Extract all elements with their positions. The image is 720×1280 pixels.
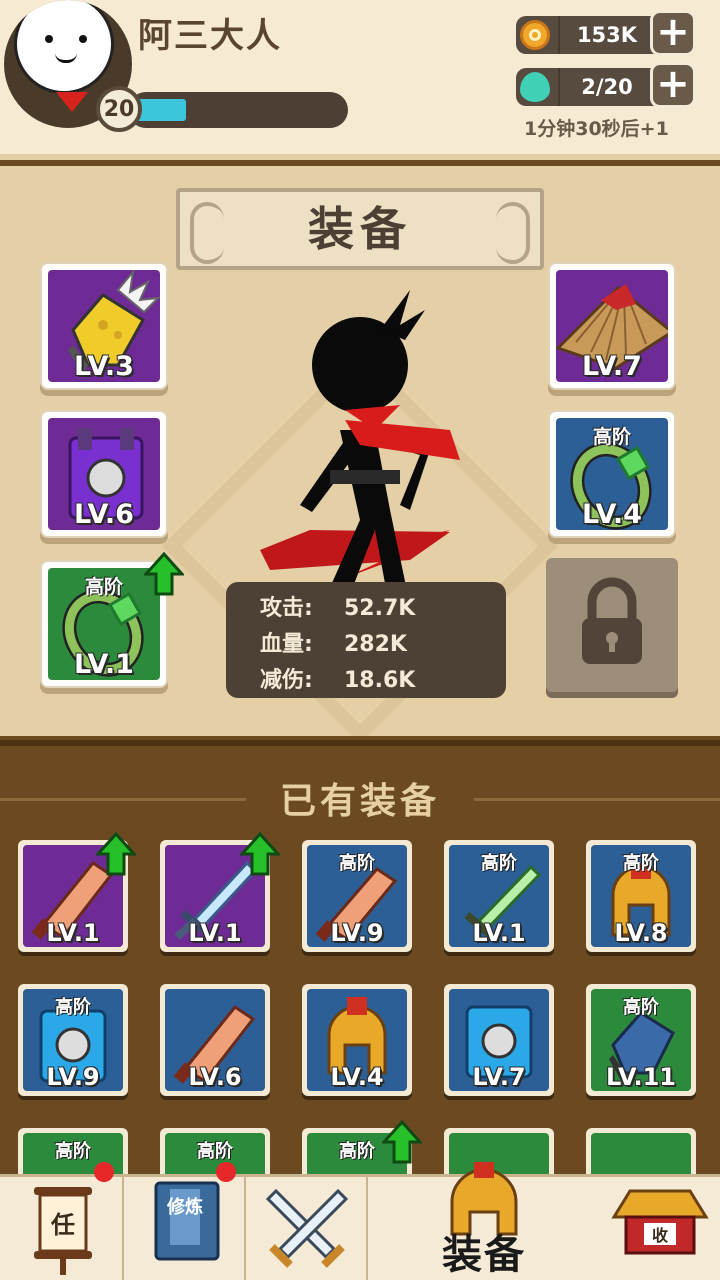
nav-equipment-button[interactable]: 装备 — [368, 1162, 600, 1280]
owned-equipment-panel: 已有装备 — [0, 740, 720, 1180]
balloon-icon — [520, 72, 550, 102]
energy-counter: 2/20 + — [516, 62, 696, 108]
equipment-title-plaque: 装备 — [176, 188, 544, 270]
slot-tier: 高阶 — [592, 426, 631, 448]
stat-hp: 血量: 282K — [260, 632, 407, 657]
top-header: 阿三大人 20 153K + 2/20 + 1分钟30秒后+1 — [0, 0, 720, 160]
book-icon: 修炼 — [154, 1181, 220, 1261]
owned-item[interactable]: 高阶 LV.8 — [586, 840, 696, 952]
svg-text:任: 任 — [50, 1211, 75, 1239]
upgrade-arrow-icon — [240, 832, 280, 876]
owned-item[interactable]: 高阶 LV.11 — [586, 984, 696, 1096]
notification-badge — [94, 1162, 114, 1182]
owned-item[interactable]: 高阶 LV.1 — [444, 840, 554, 952]
slot-level: LV.1 — [74, 649, 134, 680]
equipped-glove-slot[interactable]: LV.3 — [40, 262, 168, 390]
upgrade-arrow-icon — [96, 832, 136, 876]
equipment-title: 装备 — [308, 202, 412, 256]
nav-collect-button[interactable]: 收 — [600, 1177, 720, 1280]
character-stats-panel: 攻击: 52.7K 血量: 282K 减伤: 18.6K — [226, 582, 506, 698]
energy-regen-timer: 1分钟30秒后+1 — [524, 118, 669, 140]
equipped-bracelet-slot[interactable]: 高阶 LV.4 — [548, 410, 676, 538]
coin-value: 153K — [558, 16, 654, 54]
stat-attack: 攻击: 52.7K — [260, 596, 416, 621]
owned-item[interactable]: 高阶 LV.9 — [302, 840, 412, 952]
energy-value: 2/20 — [558, 68, 654, 106]
nav-tasks-button[interactable]: 任 — [0, 1177, 124, 1280]
player-level-badge: 20 — [96, 86, 142, 132]
nav-equipment-label: 装备 — [442, 1232, 526, 1278]
owned-item[interactable]: LV.6 — [160, 984, 270, 1096]
crossed-swords-icon — [265, 1188, 349, 1268]
padlock-icon — [582, 577, 642, 664]
notification-badge — [216, 1162, 236, 1182]
slot-level: LV.4 — [582, 499, 642, 530]
xp-bar — [128, 92, 348, 128]
bottom-navigation: 任 修炼 收 — [0, 1174, 720, 1280]
player-name: 阿三大人 — [138, 16, 282, 56]
svg-text:收: 收 — [652, 1226, 668, 1245]
coin-icon — [520, 20, 550, 50]
add-energy-button[interactable]: + — [650, 62, 696, 108]
owned-item[interactable]: LV.4 — [302, 984, 412, 1096]
equipped-hat-slot[interactable]: LV.7 — [548, 262, 676, 390]
slot-level: LV.3 — [74, 351, 134, 382]
upgrade-arrow-icon — [144, 552, 184, 596]
scroll-icon: 任 — [34, 1187, 92, 1275]
owned-item[interactable]: 高阶 LV.9 — [18, 984, 128, 1096]
avatar-face-icon — [14, 0, 114, 94]
owned-item[interactable]: LV.7 — [444, 984, 554, 1096]
upgrade-arrow-icon — [382, 1120, 422, 1164]
shop-icon: 收 — [611, 1189, 709, 1255]
slot-level: LV.6 — [74, 499, 134, 530]
owned-equipment-title: 已有装备 — [279, 781, 440, 822]
slot-level: LV.7 — [582, 351, 642, 382]
stat-defense: 减伤: 18.6K — [260, 668, 416, 693]
coin-counter: 153K + — [516, 10, 696, 56]
equipped-armor-slot[interactable]: LV.6 — [40, 410, 168, 538]
nav-battle-button[interactable] — [246, 1177, 368, 1280]
locked-equipment-slot[interactable] — [546, 558, 678, 692]
add-coins-button[interactable]: + — [650, 10, 696, 56]
nav-cultivate-button[interactable]: 修炼 — [124, 1177, 246, 1280]
svg-text:修炼: 修炼 — [166, 1196, 203, 1218]
avatar-scarf-icon — [56, 92, 88, 112]
